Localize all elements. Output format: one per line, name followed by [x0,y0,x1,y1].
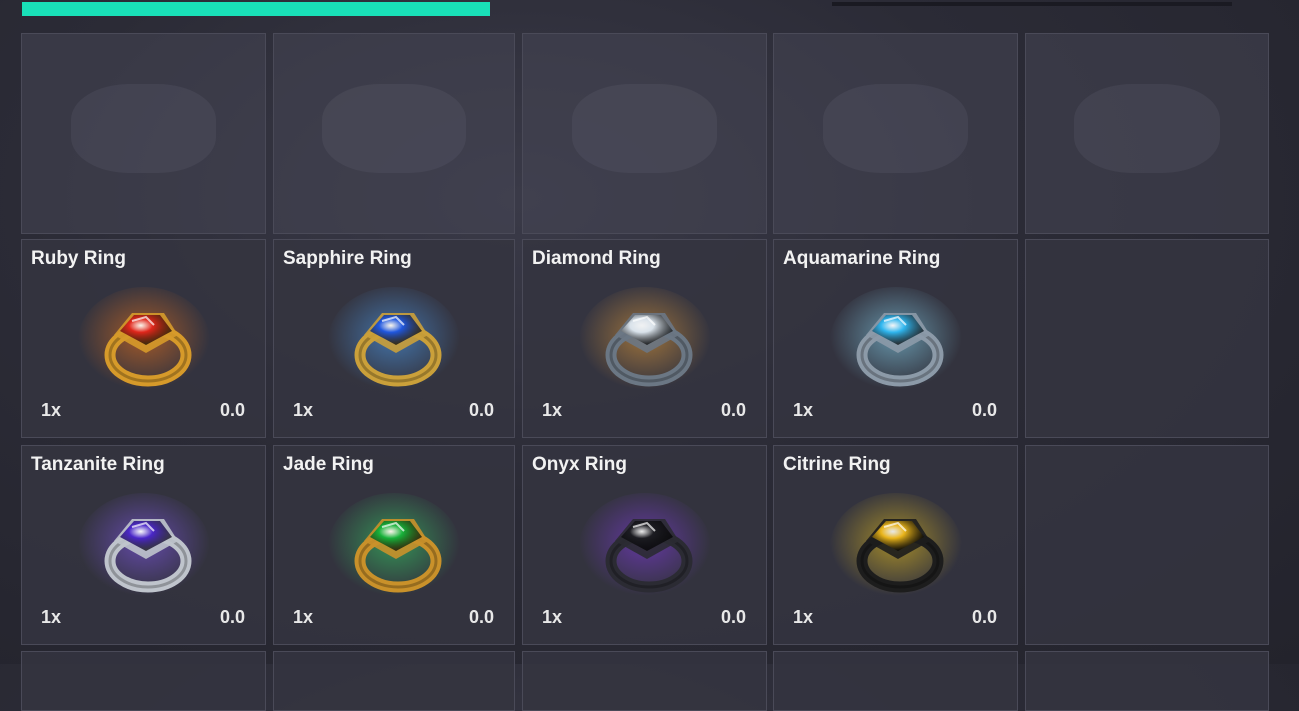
empty-inventory-slot[interactable] [21,651,266,711]
inventory-slot-aquamarine-ring[interactable]: Aquamarine Ring 1x 0.0 [773,239,1018,438]
item-value: 0.0 [468,607,494,627]
inventory-slot-sapphire-ring[interactable]: Sapphire Ring 1x 0.0 [273,239,515,438]
item-name: Onyx Ring [532,454,628,475]
item-image [575,283,715,399]
item-name: Sapphire Ring [283,248,412,269]
jade-ring-icon [328,493,460,601]
progress-bar [22,2,1268,16]
item-name: Diamond Ring [532,248,661,269]
onyx-ring-icon [578,493,711,601]
item-image [74,283,214,399]
progress-bar-remaining [832,2,1232,6]
progress-bar-fill [22,2,491,16]
item-quantity: 1x [41,400,62,420]
empty-inventory-slot[interactable] [21,33,266,234]
inventory-slot-jade-ring[interactable]: Jade Ring 1x 0.0 [273,445,515,645]
item-image [826,489,966,605]
item-name: Citrine Ring [783,454,891,475]
empty-inventory-slot[interactable] [522,651,767,711]
aquamarine-ring-icon [829,287,962,395]
diamond-ring-icon [578,287,711,395]
item-name: Aquamarine Ring [783,248,941,269]
empty-inventory-slot[interactable] [1025,239,1269,438]
empty-inventory-slot[interactable] [273,33,515,234]
inventory-slot-onyx-ring[interactable]: Onyx Ring 1x 0.0 [522,445,767,645]
empty-inventory-slot[interactable] [522,33,767,234]
item-quantity: 1x [542,400,563,420]
item-quantity: 1x [793,400,814,420]
item-name: Ruby Ring [31,248,126,269]
item-value: 0.0 [720,400,746,420]
item-image [74,489,214,605]
item-image [826,283,966,399]
item-image [575,489,715,605]
empty-inventory-slot[interactable] [773,33,1018,234]
item-image [324,283,464,399]
item-value: 0.0 [468,400,494,420]
inventory-slot-diamond-ring[interactable]: Diamond Ring 1x 0.0 [522,239,767,438]
item-value: 0.0 [971,607,997,627]
item-value: 0.0 [219,400,245,420]
item-quantity: 1x [542,607,563,627]
inventory-slot-ruby-ring[interactable]: Ruby Ring 1x 0.0 [21,239,266,438]
inventory-slot-tanzanite-ring[interactable]: Tanzanite Ring 1x 0.0 [21,445,266,645]
item-value: 0.0 [971,400,997,420]
empty-inventory-slot[interactable] [273,651,515,711]
empty-inventory-slot[interactable] [1025,651,1269,711]
tanzanite-ring-icon [77,493,210,601]
sapphire-ring-icon [328,287,460,395]
empty-inventory-slot[interactable] [773,651,1018,711]
citrine-ring-icon [829,493,962,601]
item-image [324,489,464,605]
item-quantity: 1x [293,400,314,420]
item-value: 0.0 [219,607,245,627]
item-quantity: 1x [293,607,314,627]
item-value: 0.0 [720,607,746,627]
item-quantity: 1x [41,607,62,627]
item-name: Jade Ring [283,454,374,475]
ruby-ring-icon [77,287,210,395]
item-name: Tanzanite Ring [31,454,165,475]
empty-inventory-slot[interactable] [1025,445,1269,645]
item-quantity: 1x [793,607,814,627]
inventory-slot-citrine-ring[interactable]: Citrine Ring 1x 0.0 [773,445,1018,645]
empty-inventory-slot[interactable] [1025,33,1269,234]
